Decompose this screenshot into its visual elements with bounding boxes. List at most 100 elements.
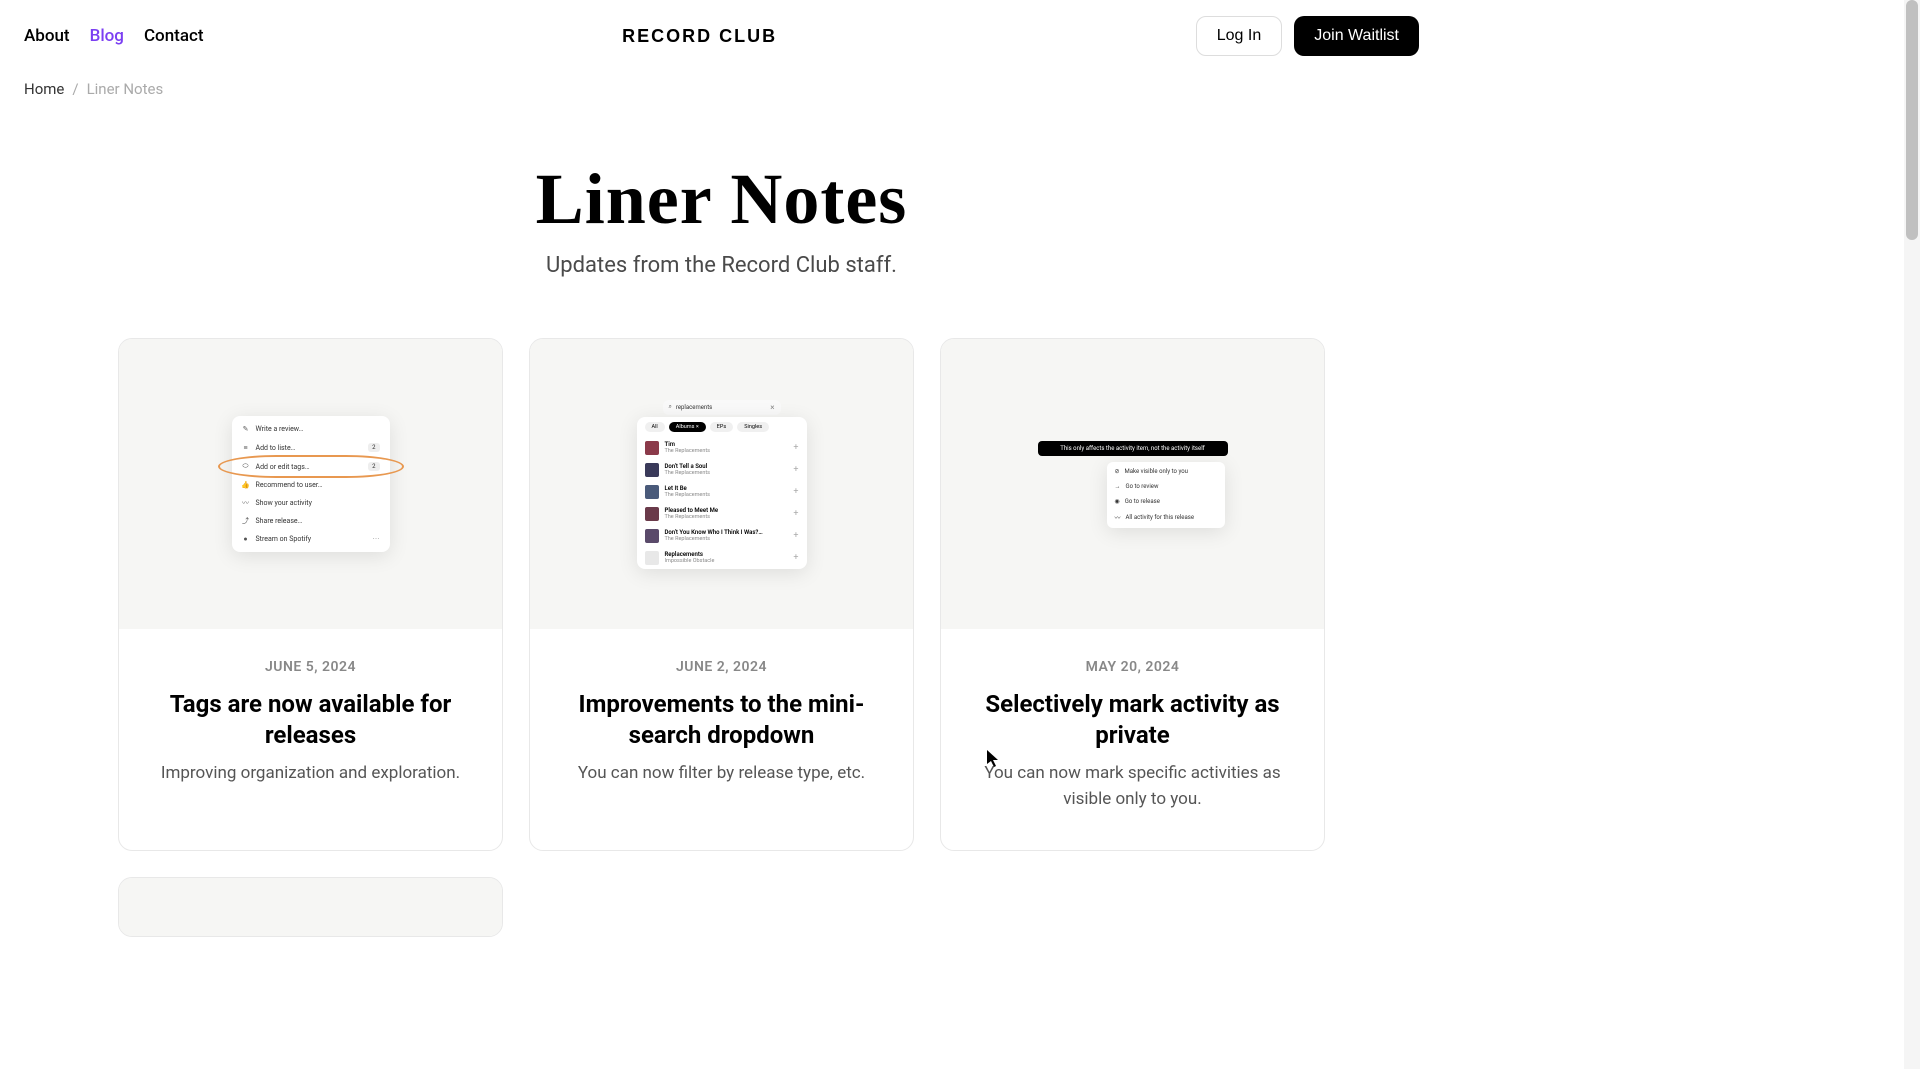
privacy-item-label: Go to review xyxy=(1126,483,1159,490)
album-thumb xyxy=(645,551,659,565)
mockup-filter: All xyxy=(645,422,665,432)
mockup-item-label: Write a review… xyxy=(256,425,304,433)
nav-right: Log In Join Waitlist xyxy=(1196,16,1419,56)
edit-icon: ✎ xyxy=(242,425,250,433)
mockup-privacy-menu: ⊘ Make visible only to you → Go to revie… xyxy=(1107,462,1225,528)
breadcrumb: Home / Liner Notes xyxy=(0,72,1443,98)
result-subtitle: The Replacements xyxy=(665,448,788,455)
album-thumb xyxy=(645,485,659,499)
card-body: JUNE 5, 2024 Tags are now available for … xyxy=(119,629,502,825)
album-thumb xyxy=(645,507,659,521)
album-thumb xyxy=(645,529,659,543)
card-description: Improving organization and exploration. xyxy=(143,761,478,787)
page-title: Liner Notes xyxy=(0,158,1443,241)
mockup-search-result: Don't Tell a Soul The Replacements + xyxy=(637,459,807,481)
card-image: ⌕ replacements × All Albums × EPs Single… xyxy=(530,339,913,629)
mockup-search-input: ⌕ replacements × xyxy=(663,400,781,415)
card-title: Tags are now available for releases xyxy=(143,689,478,751)
arrow-icon: → xyxy=(1115,483,1121,490)
nav-left: About Blog Contact xyxy=(24,26,204,46)
mockup-privacy-item: → Go to review xyxy=(1107,479,1225,494)
mockup-privacy-item: ⊘ Make visible only to you xyxy=(1107,464,1225,479)
card-date: JUNE 2, 2024 xyxy=(554,659,889,675)
privacy-item-label: Make visible only to you xyxy=(1125,468,1188,475)
mockup-menu-item: ≡ Add to liste… 2 xyxy=(232,438,390,457)
breadcrumb-current: Liner Notes xyxy=(87,80,164,98)
nav-about[interactable]: About xyxy=(24,26,70,46)
result-subtitle: Impossible Obstacle xyxy=(665,558,788,565)
mockup-privacy: This only affects the activity item, not… xyxy=(1033,441,1233,528)
result-title: Replacements xyxy=(665,551,788,558)
mockup-privacy-item: ◉ Go to release xyxy=(1107,494,1225,509)
nav-blog[interactable]: Blog xyxy=(90,26,124,46)
plus-icon: + xyxy=(793,487,798,497)
album-thumb xyxy=(645,463,659,477)
scrollbar[interactable] xyxy=(1904,0,1920,1069)
plus-icon: + xyxy=(793,509,798,519)
card-date: JUNE 5, 2024 xyxy=(143,659,478,675)
tag-icon: ⬭ xyxy=(242,463,250,471)
mockup-menu-item: ● Stream on Spotify ⋯ xyxy=(232,530,390,548)
mockup-menu-item-highlighted: ⬭ Add or edit tags… 2 xyxy=(232,457,390,476)
blog-card[interactable]: ⌕ replacements × All Albums × EPs Single… xyxy=(529,338,914,851)
plus-icon: + xyxy=(793,553,798,563)
blog-card[interactable]: ✎ Write a review… ≡ Add to liste… 2 ⬭ Ad… xyxy=(118,338,503,851)
activity-icon: 〰 xyxy=(242,499,250,507)
mockup-menu-item: 〰 Show your activity xyxy=(232,494,390,512)
cards-grid: ✎ Write a review… ≡ Add to liste… 2 ⬭ Ad… xyxy=(0,338,1443,937)
card-description: You can now mark specific activities as … xyxy=(965,761,1300,812)
plus-icon: + xyxy=(793,531,798,541)
mockup-search-result: Let It Be The Replacements + xyxy=(637,481,807,503)
scrollbar-thumb[interactable] xyxy=(1906,0,1918,240)
privacy-item-label: All activity for this release xyxy=(1126,514,1194,521)
blog-card[interactable]: This only affects the activity item, not… xyxy=(940,338,1325,851)
mockup-search-dropdown: All Albums × EPs Singles Tim The Replace… xyxy=(637,417,807,569)
more-icon: ⋯ xyxy=(373,535,380,543)
join-waitlist-button[interactable]: Join Waitlist xyxy=(1294,16,1419,56)
card-description: You can now filter by release type, etc. xyxy=(554,761,889,787)
result-title: Tim xyxy=(665,441,788,448)
result-title: Pleased to Meet Me xyxy=(665,507,788,514)
page-subtitle: Updates from the Record Club staff. xyxy=(0,253,1443,278)
privacy-item-label: Go to release xyxy=(1125,498,1160,505)
eye-off-icon: ⊘ xyxy=(1115,468,1120,475)
login-button[interactable]: Log In xyxy=(1196,16,1282,56)
close-icon: × xyxy=(770,403,774,412)
mockup-filter-active: Albums × xyxy=(669,422,706,432)
mockup-search-result: Pleased to Meet Me The Replacements + xyxy=(637,503,807,525)
mockup-filter: EPs xyxy=(710,422,733,432)
logo[interactable]: RECORD CLUB xyxy=(622,26,777,47)
breadcrumb-home[interactable]: Home xyxy=(24,80,64,98)
thumbs-up-icon: 👍 xyxy=(242,481,250,489)
mockup-item-label: Show your activity xyxy=(256,499,312,507)
mockup-menu-item: ⤴ Share release… xyxy=(232,512,390,530)
nav-contact[interactable]: Contact xyxy=(144,26,204,46)
card-body: MAY 20, 2024 Selectively mark activity a… xyxy=(941,629,1324,850)
result-subtitle: The Replacements xyxy=(665,470,788,477)
card-image xyxy=(119,878,502,937)
mockup-context-menu: ✎ Write a review… ≡ Add to liste… 2 ⬭ Ad… xyxy=(232,416,390,552)
share-icon: ⤴ xyxy=(242,517,250,525)
mockup-item-label: Add or edit tags… xyxy=(256,463,310,471)
target-icon: ◉ xyxy=(1115,498,1120,505)
spotify-icon: ● xyxy=(242,535,250,543)
mockup-tooltip: This only affects the activity item, not… xyxy=(1038,441,1228,456)
breadcrumb-separator: / xyxy=(72,80,78,98)
mockup-privacy-item: 〰 All activity for this release xyxy=(1107,509,1225,526)
card-image: This only affects the activity item, not… xyxy=(941,339,1324,629)
mockup-item-label: Add to liste… xyxy=(256,444,296,452)
card-date: MAY 20, 2024 xyxy=(965,659,1300,675)
card-title: Improvements to the mini-search dropdown xyxy=(554,689,889,751)
blog-card[interactable] xyxy=(118,877,503,937)
hero: Liner Notes Updates from the Record Club… xyxy=(0,98,1443,338)
card-image: ✎ Write a review… ≡ Add to liste… 2 ⬭ Ad… xyxy=(119,339,502,629)
header: About Blog Contact RECORD CLUB Log In Jo… xyxy=(0,0,1443,72)
mockup-search-result: Don't You Know Who I Think I Was?… The R… xyxy=(637,525,807,547)
mockup-search-result: Tim The Replacements + xyxy=(637,437,807,459)
mockup-item-label: Share release… xyxy=(256,517,303,525)
mockup-search-result: Replacements Impossible Obstacle + xyxy=(637,547,807,569)
mockup-item-label: Stream on Spotify xyxy=(256,535,312,543)
search-icon: ⌕ xyxy=(669,403,672,411)
result-title: Don't Tell a Soul xyxy=(665,463,788,470)
mockup-search-text: replacements xyxy=(676,404,766,411)
